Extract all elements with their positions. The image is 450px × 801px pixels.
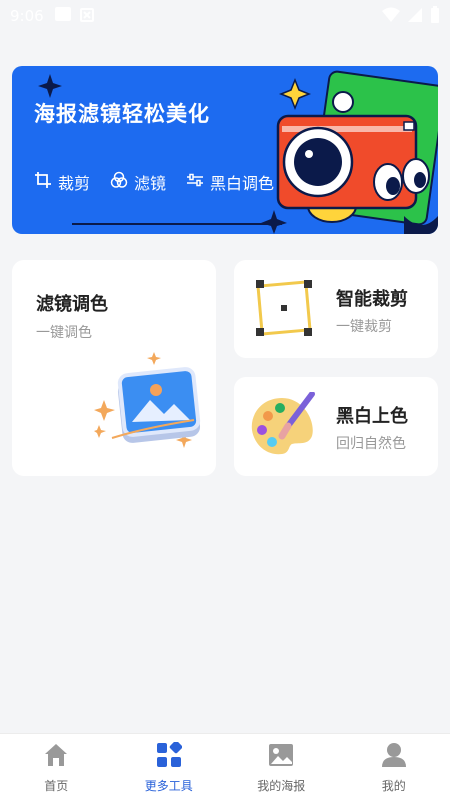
paint-palette-icon: [251, 392, 315, 455]
banner-title: 海报滤镜轻松美化: [34, 102, 210, 126]
image-icon: [268, 742, 294, 771]
nav-my-posters[interactable]: 我的海报: [225, 734, 338, 801]
filter-circles-icon: [110, 171, 128, 193]
feature-bw: 黑白调色: [186, 170, 274, 194]
wifi-icon: [382, 7, 400, 27]
card-subtitle: 一键调色: [36, 325, 92, 341]
home-icon: [43, 742, 69, 771]
card-title: 黑白上色: [336, 406, 408, 427]
nav-mine[interactable]: 我的: [338, 734, 450, 801]
feature-label: 裁剪: [58, 174, 91, 193]
feature-filter: 滤镜: [110, 170, 166, 194]
card-subtitle: 回归自然色: [336, 436, 406, 452]
nav-home[interactable]: 首页: [0, 734, 113, 801]
nav-label: 更多工具: [144, 778, 193, 793]
smart-crop-card[interactable]: 智能裁剪 一键裁剪: [234, 260, 438, 358]
bottom-nav: 首页 更多工具 我的海报 我的: [0, 733, 450, 801]
promo-banner[interactable]: 海报滤镜轻松美化 裁剪 滤镜 黑白调色: [12, 66, 438, 234]
card-title: 滤镜调色: [36, 294, 108, 315]
nav-more-tools[interactable]: 更多工具: [113, 734, 226, 801]
nav-label: 我的: [381, 778, 406, 793]
card-subtitle: 一键裁剪: [336, 319, 392, 335]
crop-frame-icon: [256, 280, 312, 336]
crop-icon: [34, 171, 52, 193]
sliders-icon: [186, 171, 204, 193]
app-notification-icon: [79, 7, 94, 26]
user-icon: [381, 742, 407, 771]
feature-label: 黑白调色: [210, 174, 275, 193]
banner-divider: [72, 223, 282, 225]
banner-features: 裁剪 滤镜 黑白调色: [34, 170, 274, 194]
status-time: 9:06: [10, 7, 44, 25]
grid-tools-icon: [156, 740, 182, 771]
card-title: 智能裁剪: [336, 289, 408, 310]
nav-label: 我的海报: [257, 778, 306, 793]
photo-filter-icon: [94, 352, 201, 448]
battery-icon: [430, 6, 440, 28]
notification-icon: [54, 6, 72, 26]
nav-label: 首页: [44, 778, 69, 793]
filter-toning-card[interactable]: 滤镜调色 一键调色: [12, 260, 216, 476]
status-bar: 9:06: [0, 0, 450, 32]
feature-label: 滤镜: [134, 174, 167, 193]
signal-icon: [408, 7, 422, 27]
bw-colorize-card[interactable]: 黑白上色 回归自然色: [234, 377, 438, 476]
banner-illustration: [38, 70, 438, 234]
feature-crop: 裁剪: [34, 170, 90, 194]
